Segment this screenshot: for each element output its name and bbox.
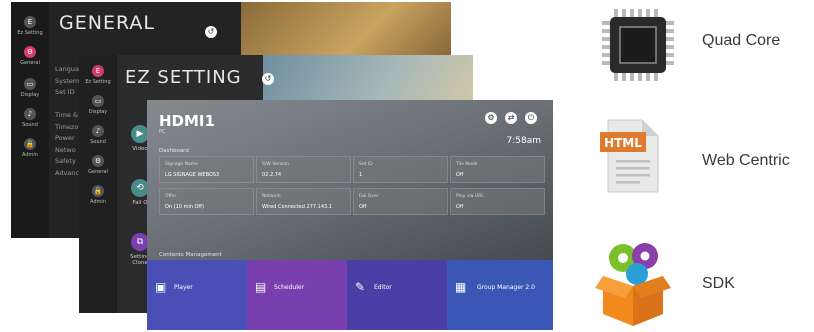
sidebar-item-general[interactable]: ⚙ General (79, 155, 117, 175)
ez-setting-icon: E (24, 16, 36, 28)
scheduler-icon: ▤ (255, 280, 267, 294)
settings-icon[interactable]: ⚙ (485, 112, 497, 124)
page-title: EZ SETTING (125, 67, 242, 88)
sidebar-item-admin[interactable]: 🔒 Admin (79, 185, 117, 205)
input-icon[interactable]: ⇄ (505, 112, 517, 124)
tile-sw-version[interactable]: S/W Version 02.2.74 (256, 156, 351, 183)
general-menu-list: Langua System Set ID Time & Timezo Power… (55, 64, 79, 179)
feature-label: Web Centric (702, 152, 790, 169)
general-sidebar: E Ez Setting ⚙ General ▭ Display ♪ Sound 🔒 Ad… (11, 2, 49, 238)
sidebar-item-admin[interactable]: 🔒 Admin (11, 138, 49, 158)
menu-item[interactable]: Timezo (55, 122, 79, 134)
admin-icon: 🔒 (24, 138, 36, 150)
ez-sidebar: E Ez Setting ▭ Display ♪ Sound ⚙ General 🔒 Ad… (79, 55, 117, 313)
html-badge-text: HTML (604, 136, 642, 150)
general-icon: ⚙ (92, 155, 104, 167)
page-title: GENERAL (59, 12, 155, 34)
sidebar-item-sound[interactable]: ♪ Sound (79, 125, 117, 145)
menu-item[interactable]: Safety (55, 156, 79, 168)
tile-play-via-url[interactable]: Play via URL Off (450, 188, 545, 215)
sound-icon: ♪ (24, 108, 36, 120)
admin-icon: 🔒 (92, 185, 104, 197)
tile-tile-mode[interactable]: Tile Mode Off (450, 156, 545, 183)
sdk-box-icon (593, 236, 673, 332)
power-icon[interactable]: ⏻ (525, 112, 537, 124)
sidebar-item-general[interactable]: ⚙ General (11, 46, 49, 66)
menu-item[interactable]: Advanc (55, 168, 79, 180)
sidebar-item-display[interactable]: ▭ Display (11, 78, 49, 98)
hdmi-dashboard-screen: HDMI1 PC ⚙ ⇄ ⏻ 7:58am Dashboard Signage … (147, 100, 553, 330)
editor-icon: ✎ (355, 280, 366, 294)
menu-item[interactable]: Netwo (55, 145, 79, 157)
tile-offer[interactable]: Offer On (10 min Off) (159, 188, 254, 215)
html-document-icon: HTML (598, 118, 662, 198)
tile-fail-over[interactable]: Fail Over Off (353, 188, 448, 215)
menu-item[interactable]: System (55, 76, 79, 88)
tile-network[interactable]: Network Wired Connected 277.143.1 (256, 188, 351, 215)
tile-set-id[interactable]: Set ID 1 (353, 156, 448, 183)
group-manager-button[interactable]: ▦ Group Manager 2.0 (447, 260, 553, 330)
sidebar-item-display[interactable]: ▭ Display (79, 95, 117, 115)
player-button[interactable]: ▣ Player (147, 260, 247, 330)
feature-label: SDK (702, 275, 735, 292)
back-icon[interactable]: ↺ (262, 73, 274, 85)
group-manager-icon: ▦ (455, 280, 467, 294)
input-subtitle: PC (159, 129, 166, 135)
dashboard-label: Dashboard (159, 148, 189, 154)
input-title: HDMI1 (159, 112, 215, 130)
display-icon: ▭ (92, 95, 104, 107)
feature-label: Quad Core (702, 32, 781, 49)
sidebar-item-ez-setting[interactable]: E Ez Setting (11, 16, 49, 36)
sidebar-item-ez-setting[interactable]: E Ez Setting (79, 65, 117, 85)
menu-item[interactable]: Power (55, 133, 79, 145)
tile-signage-name[interactable]: Signage Name LG SIGNAGE WEBOS3 (159, 156, 254, 183)
display-icon: ▭ (24, 78, 36, 90)
ez-setting-icon: E (92, 65, 104, 77)
clock: 7:58am (506, 136, 542, 146)
back-icon[interactable]: ↺ (205, 26, 217, 38)
editor-button[interactable]: ✎ Editor (347, 260, 447, 330)
scheduler-button[interactable]: ▤ Scheduler (247, 260, 347, 330)
player-icon: ▣ (155, 280, 167, 294)
contents-management-label: Contents Management (159, 252, 222, 258)
menu-item[interactable]: Time & (55, 110, 79, 122)
cpu-chip-icon (598, 5, 678, 89)
general-icon: ⚙ (24, 46, 36, 58)
menu-item[interactable]: Set ID (55, 87, 79, 99)
menu-item[interactable] (55, 99, 79, 111)
sound-icon: ♪ (92, 125, 104, 137)
menu-item[interactable]: Langua (55, 64, 79, 76)
sidebar-item-sound[interactable]: ♪ Sound (11, 108, 49, 128)
